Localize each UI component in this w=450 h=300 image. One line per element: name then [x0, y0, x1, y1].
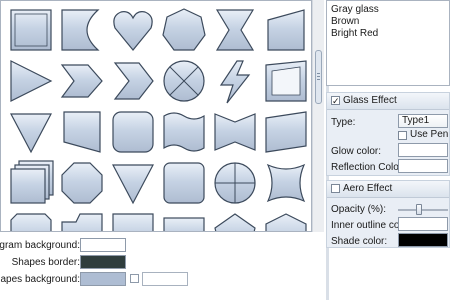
opacity-slider-thumb[interactable]: [416, 204, 423, 215]
heart-shape[interactable]: [109, 6, 157, 54]
octagon-shape[interactable]: [58, 159, 106, 207]
heptagon-shape[interactable]: [160, 6, 208, 54]
tilted-banner-shape[interactable]: [262, 108, 310, 156]
shapes-background-label: Shapes background:: [0, 274, 80, 285]
list-item[interactable]: Gray glass: [331, 4, 445, 16]
shapes-background-secondary-swatch[interactable]: [142, 272, 188, 286]
inner-outline-color-field[interactable]: [398, 217, 448, 231]
color-settings: Diagram background: Shapes border: Shape…: [0, 233, 324, 300]
rounded-square-shape-2[interactable]: [160, 159, 208, 207]
shapes-background-row: Shapes background:: [0, 271, 324, 289]
shapes-border-label: Shapes border:: [11, 257, 80, 268]
triangle-right-shape[interactable]: [7, 57, 55, 105]
rounded-square-shape[interactable]: [109, 108, 157, 156]
shapes-border-row: Shapes border:: [0, 254, 324, 272]
shade-color-field[interactable]: [398, 233, 448, 247]
shapes-gallery[interactable]: [0, 0, 312, 232]
type-select[interactable]: Type1: [398, 114, 448, 128]
glass-effect-panel: ✓ Glass Effect Type: Type1 Use Pen as G …: [326, 92, 450, 176]
circle-cross-shape[interactable]: [160, 57, 208, 105]
glass-effect-checkbox[interactable]: ✓: [331, 96, 340, 106]
chevron-shape[interactable]: [109, 57, 157, 105]
diagram-background-row: Diagram background:: [0, 237, 324, 255]
use-pen-checkbox[interactable]: [398, 131, 407, 140]
opacity-slider[interactable]: [398, 209, 448, 211]
hexagon-shape[interactable]: [262, 210, 310, 231]
triangle-down-shape[interactable]: [7, 108, 55, 156]
notched-square-shape[interactable]: [7, 210, 55, 231]
pentagon-shape[interactable]: [211, 210, 259, 231]
list-item[interactable]: Brown: [331, 16, 445, 28]
glow-color-label: Glow color:: [331, 146, 382, 157]
scrollbar-thumb[interactable]: [315, 50, 322, 104]
use-pen-label: Use Pen as G: [410, 129, 450, 140]
hourglass-shape[interactable]: [211, 6, 259, 54]
wave-shape[interactable]: [160, 108, 208, 156]
aero-effect-header: Aero Effect: [327, 181, 449, 198]
square-shape[interactable]: [7, 6, 55, 54]
frame-shape[interactable]: [262, 57, 310, 105]
glass-effect-title: Glass Effect: [343, 95, 397, 106]
shapes-background-swatch[interactable]: [80, 272, 126, 286]
style-listbox[interactable]: Gray glass Brown Bright Red: [326, 0, 450, 86]
tab-shape[interactable]: [58, 210, 106, 231]
properties-pane: Gray glass Brown Bright Red ✓ Glass Effe…: [326, 0, 450, 300]
glass-effect-header: ✓ Glass Effect: [327, 93, 449, 110]
concave-square-shape[interactable]: [262, 159, 310, 207]
bowtie-shape[interactable]: [211, 108, 259, 156]
bar-shape[interactable]: [160, 210, 208, 231]
stacked-squares-shape[interactable]: [7, 159, 55, 207]
reflection-color-label: Reflection Color:: [331, 162, 405, 173]
circle-quarters-shape[interactable]: [211, 159, 259, 207]
diagram-background-label: Diagram background:: [0, 240, 80, 251]
gallery-scrollbar[interactable]: [312, 0, 324, 232]
cut-corner-shape[interactable]: [109, 210, 157, 231]
shade-color-label: Shade color:: [331, 236, 388, 247]
shapes-background-checkbox[interactable]: [130, 274, 139, 283]
reflection-color-field[interactable]: [398, 159, 448, 173]
list-item[interactable]: Bright Red: [331, 28, 445, 40]
half-moon-shape[interactable]: [58, 6, 106, 54]
lightning-shape[interactable]: [211, 57, 259, 105]
diagram-background-swatch[interactable]: [80, 238, 126, 252]
triangle-down-shape-2[interactable]: [109, 159, 157, 207]
aero-effect-panel: Aero Effect Opacity (%): Inner outline c…: [326, 180, 450, 248]
trapezoid-down-shape[interactable]: [58, 108, 106, 156]
shapes-border-swatch[interactable]: [80, 255, 126, 269]
glow-color-field[interactable]: [398, 143, 448, 157]
type-label: Type:: [331, 117, 356, 128]
trapezoid-shape[interactable]: [262, 6, 310, 54]
opacity-label: Opacity (%):: [331, 204, 387, 215]
aero-effect-checkbox[interactable]: [331, 184, 340, 193]
aero-effect-title: Aero Effect: [343, 183, 393, 194]
notched-arrow-shape[interactable]: [58, 57, 106, 105]
